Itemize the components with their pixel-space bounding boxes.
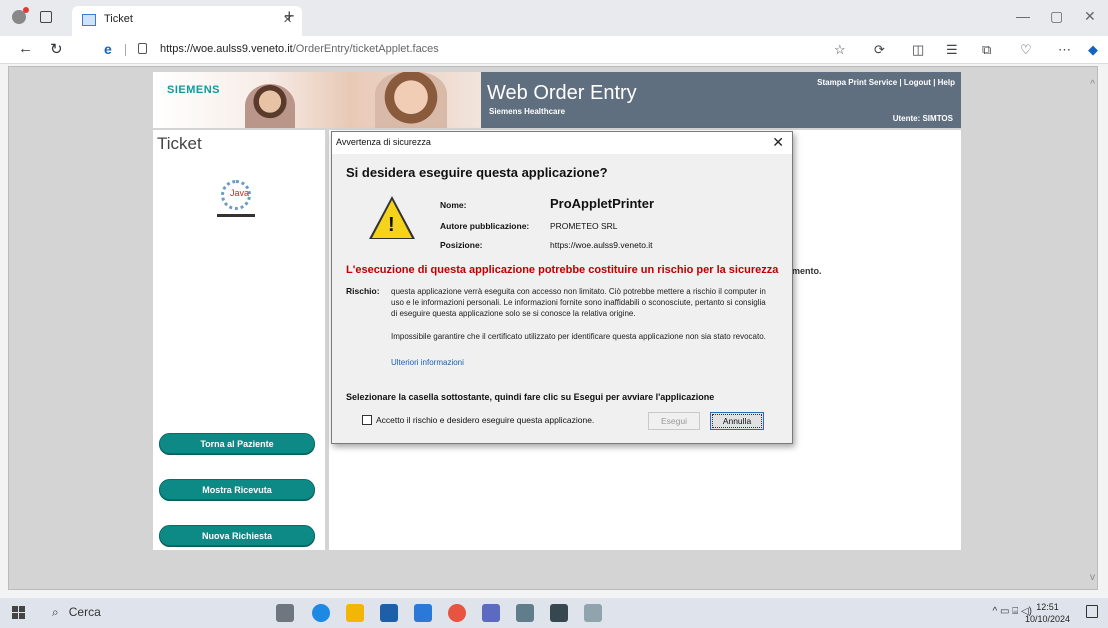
risk-label: Rischio: [346,286,380,296]
warning-exclamation-icon: ! [388,214,395,236]
browser-tab-bar: Ticket × + — ▢ ✕ [0,0,1108,36]
security-warning-dialog: Avvertenza di sicurezza ✕ Si desidera es… [331,131,793,444]
restore-button[interactable]: ▢ [1050,8,1063,25]
certificate-warning: Impossibile garantire che il certificato… [391,332,766,341]
cancel-button[interactable]: Annulla [710,412,764,430]
dialog-close-button[interactable]: ✕ [772,134,784,151]
file-explorer-icon[interactable] [346,604,364,622]
clock-date: 10/10/2024 [1024,614,1070,624]
separator [125,44,126,56]
java-cup-label: Java [230,188,250,198]
java-progress-bar [217,214,255,217]
windows-taskbar: ⌕ Cerca ^ ▭ ⌸ ◁) 12:51 10/10/2024 [0,598,1108,628]
refresh-icon[interactable]: ↻ [50,40,63,58]
split-screen-icon[interactable]: ◫ [912,42,924,58]
java-loading-icon: Java [217,178,257,218]
mail-icon[interactable] [414,604,432,622]
risk-description: questa applicazione verrà eseguita con a… [391,287,766,318]
page-title: Ticket [157,134,202,153]
url-path: /OrderEntry/ticketApplet.faces [292,43,439,55]
url-field[interactable]: https://woe.aulss9.veneto.it/OrderEntry/… [160,43,439,55]
location-label: Posizione: [440,240,483,250]
chrome-icon[interactable] [448,604,466,622]
tab-actions-icon[interactable] [40,11,52,23]
publisher-value: PROMETEO SRL [550,221,618,231]
instruction-text: Selezionare la casella sottostante, quin… [346,392,715,402]
accept-risk-label[interactable]: Accetto il rischio e desidero eseguire q… [376,415,594,425]
taskbar-search[interactable]: ⌕ Cerca [52,605,101,620]
url-host: https://woe.aulss9.veneto.it [160,43,293,55]
clock-time: 12:51 [1036,602,1059,612]
close-window-button[interactable]: ✕ [1084,8,1096,25]
favorites-icon[interactable]: ☰ [946,42,958,58]
scroll-down-icon[interactable]: v [1090,572,1095,583]
banner-photo-woman [375,72,447,128]
app-header: SIEMENS Web Order Entry Siemens Healthca… [153,72,961,128]
tab-title: Ticket [104,13,133,25]
clock[interactable]: 12:51 10/10/2024 [1025,601,1070,625]
dialog-heading: Si desidera eseguire questa applicazione… [346,165,608,180]
obscured-text: mento. [792,266,822,276]
lock-icon[interactable] [138,43,147,54]
left-panel: Ticket Java Torna al Paziente Mostra Ric… [153,130,325,550]
favorite-star-icon[interactable]: ☆ [834,42,846,58]
profile-icon[interactable] [12,7,29,24]
accept-risk-checkbox[interactable] [362,415,372,425]
search-icon: ⌕ [52,605,59,619]
more-icon[interactable]: ⋯ [1058,42,1071,58]
header-banner: SIEMENS [153,72,481,128]
browser-tab[interactable]: Ticket × [72,6,302,36]
name-value: ProAppletPrinter [550,196,655,211]
scroll-up-icon[interactable]: ^ [1090,79,1095,90]
name-label: Nome: [440,200,467,210]
ie-mode-icon[interactable]: e [104,41,112,57]
minimize-button[interactable]: — [1016,8,1030,24]
windows-start-icon[interactable] [12,606,25,619]
dialog-titlebar[interactable]: Avvertenza di sicurezza ✕ [332,132,792,154]
store-icon[interactable] [380,604,398,622]
app-title: Web Order Entry [487,82,637,104]
collections-icon[interactable]: ⧉ [982,42,991,58]
more-info-link[interactable]: Ulteriori informazioni [391,358,464,367]
app-icon[interactable] [482,604,500,622]
terminal-icon[interactable] [550,604,568,622]
location-value: https://woe.aulss9.veneto.it [550,240,653,250]
app-subtitle: Siemens Healthcare [489,107,566,116]
extensions-icon[interactable]: ⟳ [874,42,885,58]
current-user: Utente: SIMTOS [892,114,953,123]
torna-al-paziente-button[interactable]: Torna al Paziente [159,433,315,454]
new-tab-button[interactable]: + [284,6,295,27]
search-label: Cerca [68,605,101,619]
siemens-logo: SIEMENS [167,84,221,96]
banner-photo-person [245,84,295,128]
mostra-ricevuta-button[interactable]: Mostra Ricevuta [159,479,315,500]
paint-icon[interactable] [584,604,602,622]
notification-icon[interactable] [1086,605,1098,618]
copilot-icon[interactable]: ◆ [1088,42,1098,58]
address-bar-row: ← ↻ e https://woe.aulss9.veneto.it/Order… [0,36,1108,64]
header-links[interactable]: Stampa Print Service | Logout | Help [817,78,955,87]
tab-favicon-icon [82,14,96,26]
edge-icon[interactable] [312,604,330,622]
back-icon[interactable]: ← [18,40,33,57]
run-button[interactable]: Esegui [648,412,700,430]
publisher-label: Autore pubblicazione: [440,221,530,231]
notepad-icon[interactable] [516,604,534,622]
dialog-title: Avvertenza di sicurezza [336,137,431,147]
task-view-icon[interactable] [276,604,294,622]
performance-icon[interactable]: ♡ [1020,42,1032,58]
risk-heading: L'esecuzione di questa applicazione potr… [346,264,779,276]
nuova-richiesta-button[interactable]: Nuova Richiesta [159,525,315,546]
